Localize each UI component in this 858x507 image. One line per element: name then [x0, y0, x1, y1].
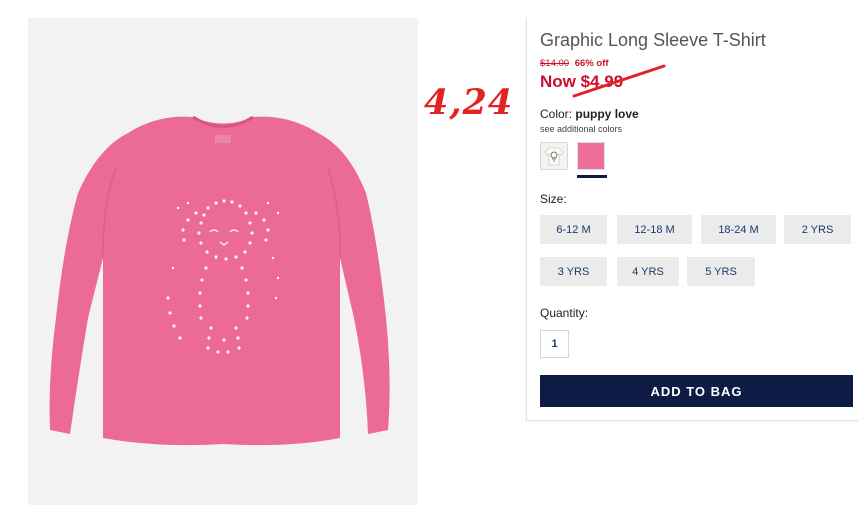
red-strikethrough-mark	[572, 64, 666, 98]
quantity-label: Quantity:	[540, 306, 589, 320]
size-button-18-24m[interactable]: 18-24 M	[701, 215, 776, 244]
color-value: puppy love	[575, 107, 639, 121]
product-title: Graphic Long Sleeve T-Shirt	[540, 30, 766, 50]
size-button-3yrs[interactable]: 3 YRS	[540, 257, 607, 286]
size-button-2yrs[interactable]: 2 YRS	[784, 215, 851, 244]
size-button-6-12m[interactable]: 6-12 M	[540, 215, 607, 244]
original-price: $14.00	[540, 58, 570, 69]
color-row: Color: puppy love	[540, 107, 639, 121]
size-button-4yrs[interactable]: 4 YRS	[617, 257, 679, 286]
size-label: Size:	[540, 192, 567, 206]
size-button-12-18m[interactable]: 12-18 M	[617, 215, 692, 244]
handwritten-price-annotation: 4,24	[424, 82, 514, 123]
selected-swatch-indicator	[577, 175, 607, 178]
add-to-bag-button[interactable]: ADD TO BAG	[540, 375, 853, 407]
product-image[interactable]	[28, 18, 418, 505]
color-swatch-cream[interactable]	[540, 142, 568, 170]
color-label: Color:	[540, 107, 573, 121]
see-additional-colors-link[interactable]: see additional colors	[540, 124, 622, 134]
cream-shirt-thumbnail-icon	[544, 147, 564, 166]
pink-shirt-image	[49, 115, 390, 446]
size-button-5yrs[interactable]: 5 YRS	[687, 257, 755, 286]
quantity-field[interactable]: 1	[540, 330, 569, 358]
color-swatch-pink[interactable]	[577, 142, 605, 170]
